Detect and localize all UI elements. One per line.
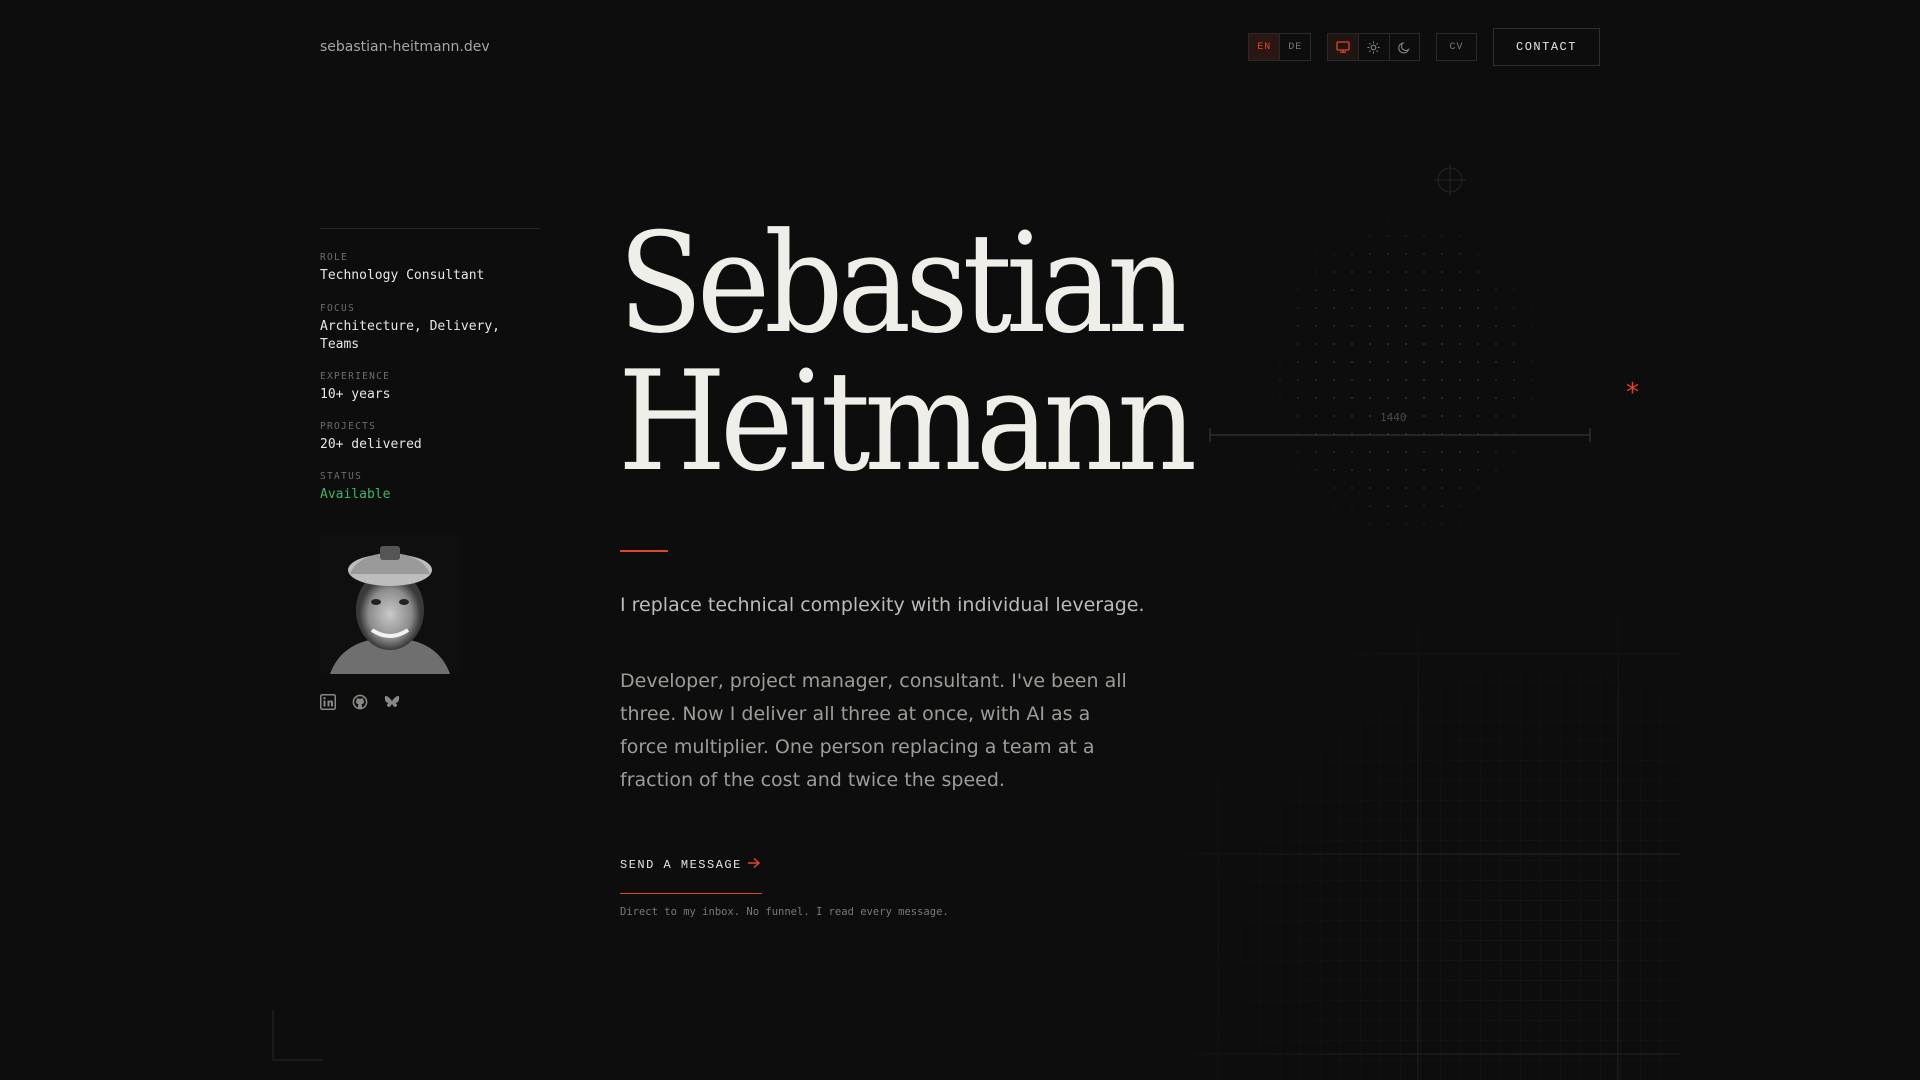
status-value: Available <box>320 487 391 502</box>
name-line-first: Sebastian <box>618 203 1187 364</box>
sidebar-divider <box>320 228 540 229</box>
fact-label: FOCUS <box>320 303 356 314</box>
crosshair-icon <box>1434 164 1466 196</box>
arrow-right-icon <box>748 857 761 869</box>
lang-en-button[interactable]: EN <box>1249 34 1280 60</box>
bio-paragraph: Developer, project manager, consultant. … <box>620 670 1127 791</box>
theme-dark-button[interactable] <box>1388 34 1419 60</box>
send-message-label: SEND A MESSAGE <box>620 858 742 872</box>
site-name[interactable]: sebastian-heitmann.dev <box>320 39 490 55</box>
fact-experience: EXPERIENCE 10+ years <box>320 371 550 404</box>
fact-role: ROLE Technology Consultant <box>320 252 550 285</box>
fact-value: Architecture, Delivery, Teams <box>320 319 501 352</box>
fact-label: PROJECTS <box>320 421 377 432</box>
linkedin-icon[interactable] <box>320 694 336 710</box>
contact-button[interactable]: CONTACT <box>1493 28 1600 66</box>
tagline: I replace technical complexity with indi… <box>620 594 1145 616</box>
page: 1440 * sebastian-heitmann.dev EN DE CV C… <box>0 0 1920 1080</box>
theme-switcher <box>1327 33 1420 61</box>
fact-focus: FOCUS Architecture, Delivery, Teams <box>320 303 520 354</box>
fact-value: 20+ delivered <box>320 437 422 452</box>
dot-field <box>1240 200 1570 550</box>
fact-label: STATUS <box>320 471 363 482</box>
cta-note: Direct to my inbox. No funnel. I read ev… <box>620 906 949 918</box>
fact-label: EXPERIENCE <box>320 371 391 382</box>
hero-name: Sebastian Heitmann <box>618 215 1197 491</box>
fact-value: 10+ years <box>320 387 391 402</box>
lang-de-button[interactable]: DE <box>1279 34 1310 60</box>
name-line-last: Heitmann <box>618 341 1197 502</box>
sun-icon <box>1367 41 1380 53</box>
background-decoration <box>272 164 1680 1080</box>
github-icon[interactable] <box>352 694 368 710</box>
send-message-button[interactable]: SEND A MESSAGE <box>620 854 762 894</box>
language-switcher: EN DE <box>1248 33 1311 61</box>
theme-system-button[interactable] <box>1328 34 1359 60</box>
bluesky-icon[interactable] <box>384 694 400 710</box>
measure-ruler <box>1209 428 1591 442</box>
fact-projects: PROJECTS 20+ delivered <box>320 421 550 454</box>
grid-field <box>1100 540 1680 1080</box>
monitor-icon <box>1336 41 1350 53</box>
ruler-label: 1440 <box>1380 411 1407 424</box>
cv-button-group: CV <box>1436 33 1477 61</box>
fact-label: ROLE <box>320 252 349 263</box>
moon-icon <box>1398 41 1410 53</box>
asterisk-mark: * <box>1626 378 1639 408</box>
fact-status: STATUS Available <box>320 471 550 504</box>
fact-value: Technology Consultant <box>320 268 485 283</box>
corner-bracket <box>272 1010 323 1061</box>
theme-light-button[interactable] <box>1358 34 1388 60</box>
portrait-photo <box>320 534 460 674</box>
social-links <box>320 694 400 710</box>
cv-button[interactable]: CV <box>1437 34 1476 60</box>
accent-divider <box>620 550 668 552</box>
